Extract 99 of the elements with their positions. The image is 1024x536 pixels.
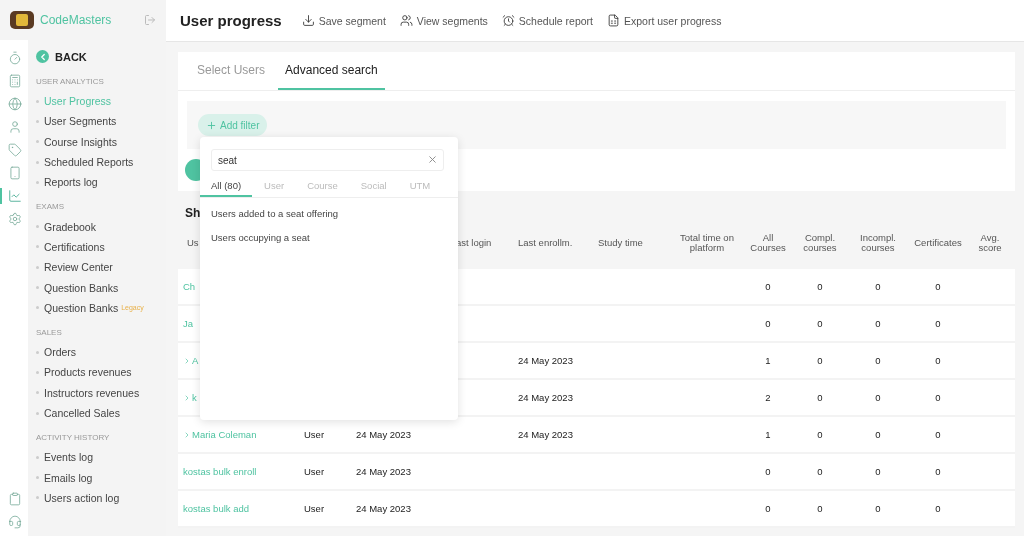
close-icon[interactable]	[427, 154, 438, 165]
chevron-icon[interactable]	[183, 356, 191, 365]
menu-item[interactable]: Course Insights	[36, 131, 166, 152]
chevron-icon[interactable]	[183, 430, 191, 439]
users-icon	[399, 14, 413, 27]
table-cell: 0	[935, 466, 941, 477]
table-cell: 0	[935, 392, 941, 403]
table-cell: 0	[875, 503, 881, 514]
column-header: Avg. score	[977, 232, 1003, 254]
menu-item[interactable]: Review Center	[36, 257, 166, 278]
chart-icon[interactable]	[8, 189, 22, 203]
menu-item[interactable]: Emails log	[36, 467, 166, 488]
table-cell: 0	[817, 318, 823, 329]
table-cell: 1	[765, 355, 771, 366]
column-header: Total time on platform	[679, 232, 735, 254]
table-cell: 0	[875, 392, 881, 403]
table-cell: 0	[935, 281, 941, 292]
table-cell: 0	[817, 503, 823, 514]
person-icon[interactable]	[8, 120, 22, 134]
menu-heading: SALES	[36, 327, 63, 337]
menu-item[interactable]: Reports log	[36, 172, 166, 193]
table-cell: 0	[817, 429, 823, 440]
table-cell: 0	[935, 355, 941, 366]
table-cell: 0	[935, 503, 941, 514]
table-cell: 24 May 2023	[356, 503, 411, 514]
column-header: Certificates	[914, 237, 962, 249]
tag-icon[interactable]	[8, 143, 22, 157]
table-cell: 24 May 2023	[356, 466, 411, 477]
menu-item[interactable]: Scheduled Reports	[36, 151, 166, 173]
menu-item[interactable]: Certifications	[36, 236, 166, 258]
table-cell: 24 May 2023	[356, 429, 411, 440]
table-cell: 1	[765, 429, 771, 440]
headset-icon[interactable]	[8, 515, 22, 529]
alarm-clock-icon	[501, 14, 515, 27]
header-action-button[interactable]: Schedule report	[501, 14, 593, 27]
table-cell: 0	[765, 466, 771, 477]
table-cell: 24 May 2023	[518, 429, 573, 440]
back-button[interactable]: BACK	[36, 50, 166, 63]
column-header: All Courses	[749, 232, 787, 254]
section-title: Sh	[185, 206, 201, 220]
menu-item[interactable]: Products revenues	[36, 362, 166, 383]
table-cell: 0	[817, 281, 823, 292]
menu-heading: EXAMS	[36, 202, 65, 212]
header-action-button[interactable]: Export user progress	[607, 14, 722, 27]
menu-item[interactable]: Orders	[36, 341, 166, 363]
column-header: Compl. courses	[802, 232, 838, 254]
stopwatch-icon[interactable]	[8, 51, 22, 65]
table-cell: 0	[875, 318, 881, 329]
menu-item[interactable]: Question Banks	[36, 277, 166, 298]
column-header: Last enrollm.	[518, 237, 573, 249]
phone-icon[interactable]	[8, 166, 22, 180]
header-action-button[interactable]: View segments	[399, 14, 488, 27]
table-cell: User	[304, 466, 325, 477]
filter-tab[interactable]: All (80)	[200, 176, 253, 197]
column-header: Us	[187, 237, 199, 249]
clipboard-icon[interactable]	[8, 492, 22, 506]
table-cell: 24 May 2023	[518, 392, 573, 403]
table-cell: 0	[875, 466, 881, 477]
spreadsheet-icon	[607, 14, 620, 27]
table-cell: 0	[765, 281, 771, 292]
logout-icon[interactable]	[144, 14, 156, 26]
table-cell: 24 May 2023	[518, 355, 573, 366]
table-cell: 0	[935, 429, 941, 440]
plus-icon	[206, 119, 217, 131]
menu-item[interactable]: Users action log	[36, 487, 166, 509]
table-cell: 0	[817, 392, 823, 403]
search-field[interactable]: seat	[211, 149, 444, 171]
globe-icon[interactable]	[8, 97, 22, 111]
table-cell: 2	[765, 392, 771, 403]
column-header: Study time	[598, 237, 643, 249]
menu-item[interactable]: Cancelled Sales	[36, 402, 166, 424]
gear-icon[interactable]	[8, 212, 22, 226]
header-action-button[interactable]: Save segment	[301, 14, 386, 27]
table-cell: 0	[765, 503, 771, 514]
menu-heading: ACTIVITY HISTORY	[36, 433, 111, 443]
tab[interactable]: Advanced search	[278, 52, 385, 90]
table-cell: 0	[817, 466, 823, 477]
table-cell: 0	[875, 355, 881, 366]
table-cell: 0	[935, 318, 941, 329]
table-cell: User	[304, 503, 325, 514]
filter-option[interactable]: Users added to a seat offering	[200, 202, 458, 226]
table-cell: 0	[875, 281, 881, 292]
menu-item[interactable]: User Segments	[36, 111, 166, 132]
column-header: Incompl. courses	[859, 232, 897, 254]
menu-item[interactable]: Instructors revenues	[36, 382, 166, 403]
filter-option[interactable]: Users occupying a seat	[200, 226, 458, 250]
menu-item[interactable]: Gradebook	[36, 216, 166, 237]
table-cell: 0	[875, 429, 881, 440]
chevron-icon[interactable]	[183, 393, 191, 402]
logo-icon	[10, 11, 34, 29]
brand-name: CodeMasters	[40, 13, 113, 27]
table-cell: 0	[765, 318, 771, 329]
menu-heading: USER ANALYTICS	[36, 77, 105, 86]
calculator-icon[interactable]	[8, 74, 22, 88]
download-icon	[301, 14, 315, 27]
table-cell: 0	[817, 355, 823, 366]
table-cell: User	[304, 429, 325, 440]
page-title: User progress	[180, 12, 282, 29]
menu-item[interactable]: Events log	[36, 447, 166, 468]
